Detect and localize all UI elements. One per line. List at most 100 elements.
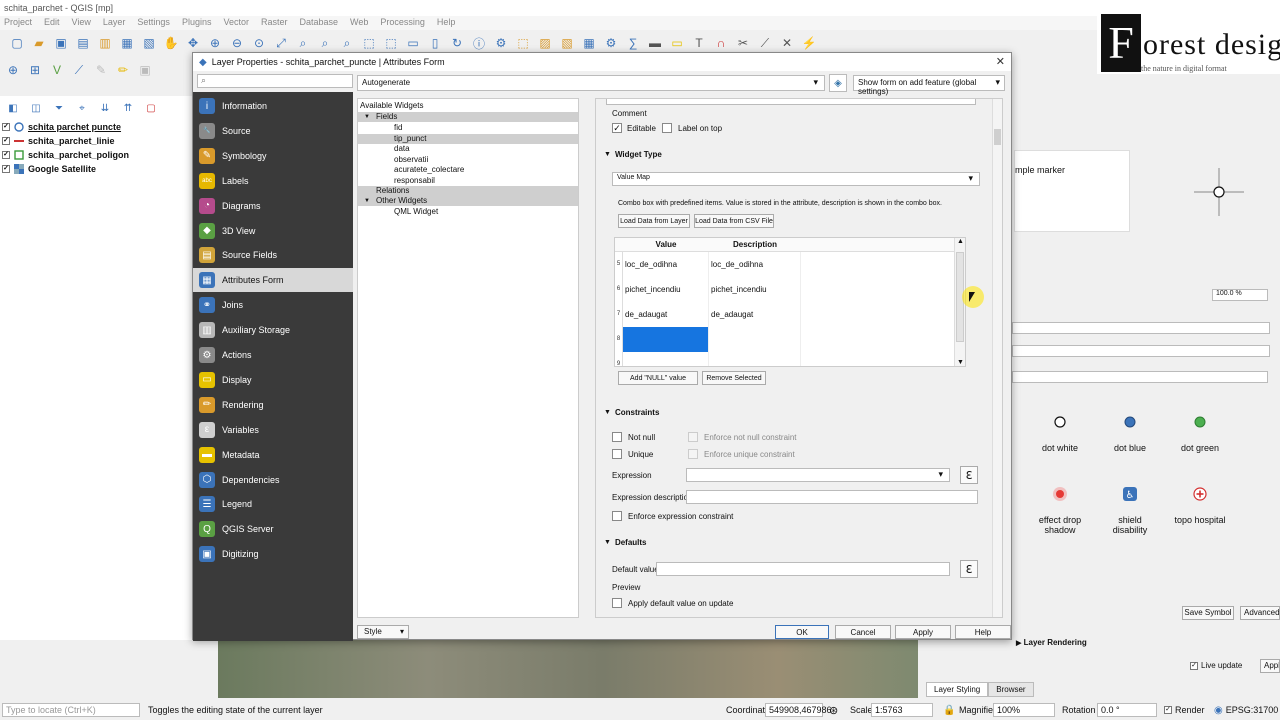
default-expression-icon[interactable]: ℇ: [960, 560, 978, 578]
opacity-field[interactable]: 100.0 %: [1212, 289, 1268, 301]
config-scrollbar[interactable]: [992, 99, 1002, 617]
cancel-button[interactable]: Cancel: [835, 625, 891, 639]
symbol-item[interactable]: dot blue: [1095, 411, 1165, 453]
default-value-input[interactable]: [656, 562, 950, 576]
load-from-layer-button[interactable]: Load Data from Layer: [618, 214, 690, 228]
menu-item[interactable]: Project: [4, 17, 32, 29]
layer-row[interactable]: ✓ schita_parchet_linie: [2, 136, 115, 146]
description-cell[interactable]: de_adaugat: [709, 302, 801, 327]
toggle-extents-icon[interactable]: ⊛: [829, 704, 838, 717]
tree-other-group[interactable]: ▼ Other Widgets: [358, 196, 578, 206]
locator-search[interactable]: Type to locate (Ctrl+K): [2, 703, 140, 717]
nav-item[interactable]: i Information: [193, 94, 353, 118]
zoom-layer-icon[interactable]: ⌕: [316, 34, 334, 52]
map-canvas[interactable]: [218, 640, 918, 698]
expand-triangle-icon[interactable]: ▼: [364, 196, 370, 206]
zoom-in-icon[interactable]: ⊕: [206, 34, 224, 52]
add-raster-icon[interactable]: ⟋: [70, 61, 88, 79]
value-cell[interactable]: [623, 352, 709, 366]
nav-item[interactable]: ◆ 3D View: [193, 219, 353, 243]
live-update-check[interactable]: ✓ Live update: [1190, 661, 1242, 670]
show-form-select[interactable]: Show form on add feature (global setting…: [853, 75, 1005, 96]
tree-field-item[interactable]: acuratete_colectare: [358, 165, 578, 175]
tree-other-item[interactable]: QML Widget: [358, 207, 578, 217]
enforce-expression-checkbox[interactable]: [612, 511, 622, 521]
scale-field[interactable]: 1:5763: [871, 703, 933, 717]
nav-item[interactable]: ▬ Metadata: [193, 443, 353, 467]
zoom-next-icon[interactable]: ⬚: [382, 34, 400, 52]
tree-root[interactable]: Available Widgets: [358, 101, 578, 111]
apply-default-on-update-checkbox[interactable]: [612, 598, 622, 608]
label-on-top-checkbox[interactable]: [662, 123, 672, 133]
tracing-icon[interactable]: ✂: [734, 34, 752, 52]
table-row[interactable]: 9: [615, 352, 955, 366]
zoom-out-icon[interactable]: ⊖: [228, 34, 246, 52]
dock-tab[interactable]: Browser: [988, 682, 1034, 697]
symbol-search[interactable]: [1012, 371, 1268, 383]
nav-item[interactable]: ⬡ Dependencies: [193, 468, 353, 492]
select-value-icon[interactable]: ▨: [536, 34, 554, 52]
digitize-icon[interactable]: ⚡: [800, 34, 818, 52]
nav-item[interactable]: Q QGIS Server: [193, 517, 353, 541]
open-folder-icon[interactable]: ▰: [30, 34, 48, 52]
description-cell[interactable]: [709, 327, 801, 352]
remove-selected-button[interactable]: Remove Selected: [702, 371, 766, 385]
defaults-section[interactable]: ▼ Defaults: [604, 538, 647, 547]
filter-icon[interactable]: ⏷: [50, 99, 68, 117]
attribute-table-icon[interactable]: ▦: [580, 34, 598, 52]
save-symbol-button[interactable]: Save Symbol: [1182, 606, 1234, 620]
save-edits-icon[interactable]: ▣: [136, 61, 154, 79]
magnet-icon[interactable]: ∩: [712, 34, 730, 52]
widget-type-section[interactable]: ▼ Widget Type: [604, 150, 662, 159]
expand-all-icon[interactable]: ⇊: [96, 99, 114, 117]
nav-item[interactable]: ✎ Symbology: [193, 144, 353, 168]
layer-style-icon[interactable]: ◧: [4, 99, 22, 117]
nav-item[interactable]: ◔ Diagrams: [193, 194, 353, 218]
zoom-rubber-icon[interactable]: ⊙: [250, 34, 268, 52]
alias-field[interactable]: [606, 99, 976, 105]
symbol-tree[interactable]: mple marker: [1014, 150, 1130, 232]
magnifier-field[interactable]: 100%: [993, 703, 1055, 717]
table-row[interactable]: 5 loc_de_odihna loc_de_odihna: [615, 252, 955, 277]
nav-search-input[interactable]: ⌕: [197, 74, 353, 88]
collapse-all-icon[interactable]: ⇈: [119, 99, 137, 117]
add-vector-icon[interactable]: ⊞: [26, 61, 44, 79]
tree-fields-group[interactable]: ▼ Fields: [358, 112, 578, 122]
topology-icon[interactable]: ⟋: [756, 34, 774, 52]
tree-field-item[interactable]: responsabil: [358, 176, 578, 186]
menu-item[interactable]: Raster: [261, 17, 288, 29]
symbol-item[interactable]: effect drop shadow: [1025, 483, 1095, 535]
zoom-native-icon[interactable]: ⌕: [338, 34, 356, 52]
nav-item[interactable]: ▤ Source Fields: [193, 243, 353, 267]
config-scroll-thumb[interactable]: [994, 129, 1001, 145]
nav-item[interactable]: ▥ Auxiliary Storage: [193, 318, 353, 342]
map-tips-icon[interactable]: ▭: [668, 34, 686, 52]
pencil-icon[interactable]: ✏: [114, 61, 132, 79]
zoom-full-icon[interactable]: ⤢: [272, 34, 290, 52]
table-row[interactable]: 7 de_adaugat de_adaugat: [615, 302, 955, 327]
tree-field-item[interactable]: observatii: [358, 155, 578, 165]
statistics-icon[interactable]: ∑: [624, 34, 642, 52]
nav-item[interactable]: abc Labels: [193, 169, 353, 193]
expand-triangle-icon[interactable]: ▼: [364, 112, 370, 122]
text-annotation-icon[interactable]: T: [690, 34, 708, 52]
tree-relations-group[interactable]: Relations: [358, 186, 578, 196]
layer-visibility-checkbox[interactable]: ✓: [2, 123, 10, 131]
layout-manager-icon[interactable]: ▦: [118, 34, 136, 52]
size-field[interactable]: [1012, 322, 1270, 334]
pan-hand-icon[interactable]: ✋: [162, 34, 180, 52]
toolbox-icon[interactable]: ⚙: [602, 34, 620, 52]
help-button[interactable]: Help: [955, 625, 1011, 639]
deselect-icon[interactable]: ▧: [558, 34, 576, 52]
symbol-item[interactable]: ♿ shield disability: [1095, 483, 1165, 535]
save-as-icon[interactable]: ▤: [74, 34, 92, 52]
print-layout-icon[interactable]: ▥: [96, 34, 114, 52]
menu-item[interactable]: Web: [350, 17, 368, 29]
render-checkbox[interactable]: ✓: [1164, 706, 1172, 714]
value-cell[interactable]: loc_de_odihna: [623, 252, 709, 277]
refresh-icon[interactable]: ↻: [448, 34, 466, 52]
crs-button[interactable]: ◉ EPSG:31700: [1214, 705, 1278, 716]
lock-scale-icon[interactable]: 🔒: [943, 705, 955, 716]
new-map-view-icon[interactable]: ▭: [404, 34, 422, 52]
description-cell[interactable]: [709, 352, 801, 366]
